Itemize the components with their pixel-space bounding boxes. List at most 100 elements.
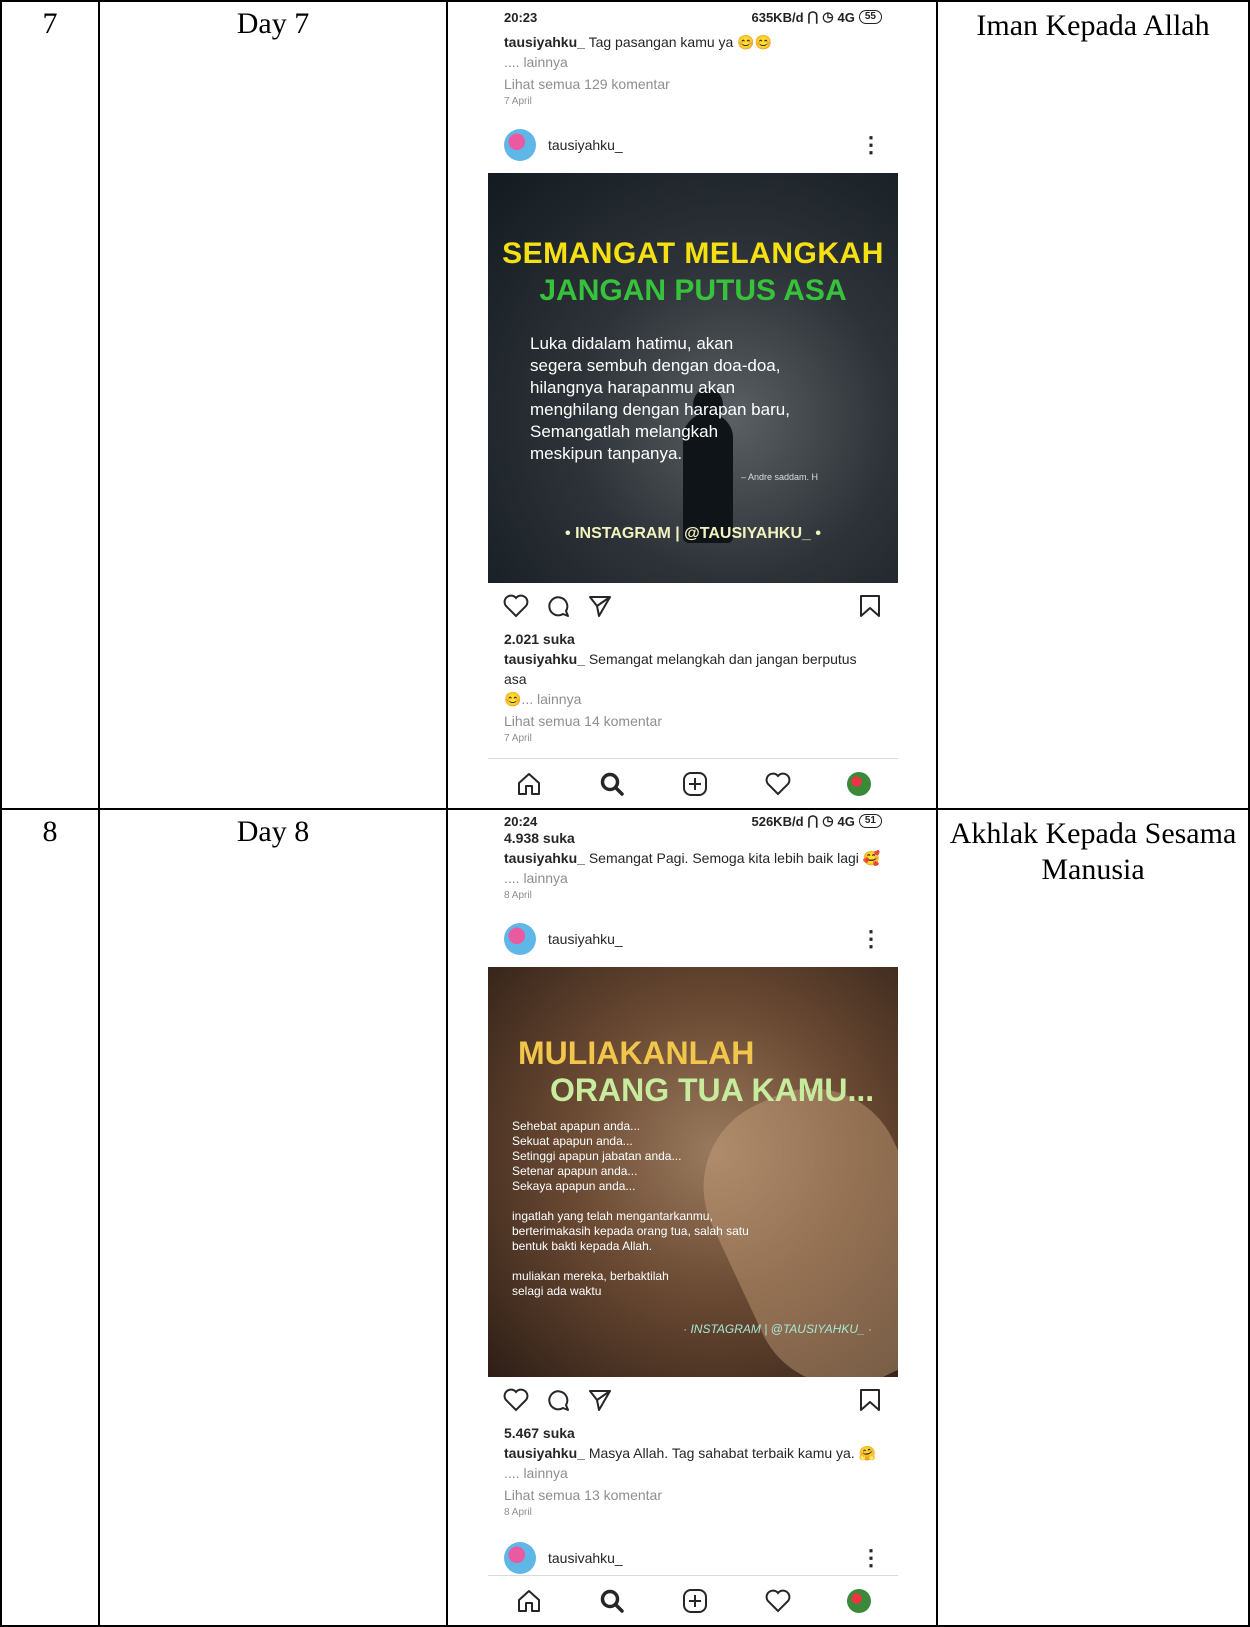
alarm-icon: ◷ <box>822 813 834 828</box>
caption-text: Tag pasangan kamu ya 😊😊 <box>588 34 773 50</box>
cell-screenshot: 20:23 635KB/d ⋂ ◷ 4G 55 tausiyahku_ Tag … <box>446 0 936 808</box>
add-icon[interactable] <box>681 770 709 798</box>
comment-icon[interactable] <box>544 1386 572 1414</box>
signal-type: 4G <box>837 9 855 25</box>
image-title-line-2: JANGAN PUTUS ASA <box>539 274 847 307</box>
post-date: 8 April <box>504 1507 532 1518</box>
post-username[interactable]: tausiyahku_ <box>548 137 860 153</box>
home-icon[interactable] <box>515 770 543 798</box>
prev-caption: tausiyahku_ Semangat Pagi. Semoga kita l… <box>488 848 898 868</box>
image-footer: · INSTAGRAM | @TAUSIYAHKU_ · <box>683 1322 872 1336</box>
post-caption: tausiyahku_ Masya Allah. Tag sahabat ter… <box>488 1443 898 1463</box>
topic-label: Akhlak Kepada Sesama Manusia <box>949 817 1237 886</box>
more-link[interactable]: 😊... lainnya <box>488 689 898 709</box>
avatar[interactable] <box>504 1542 536 1574</box>
feed: 4.938 suka tausiyahku_ Semangat Pagi. Se… <box>488 828 898 1586</box>
post-header: tausiyahku_ ⋮ <box>488 117 898 173</box>
status-bar: 20:24 526KB/d ⋂ ◷ 4G 51 <box>488 810 898 832</box>
search-icon[interactable] <box>598 1587 626 1615</box>
more-link[interactable]: .... lainnya <box>488 1463 898 1483</box>
caption-username[interactable]: tausiyahku_ <box>504 34 585 50</box>
cell-day: Day 7 <box>98 0 446 808</box>
more-options-icon[interactable]: ⋮ <box>860 928 882 950</box>
network-speed: 526KB/d <box>751 813 804 829</box>
headphone-icon: ⋂ <box>807 813 819 828</box>
instagram-screenshot: 20:24 526KB/d ⋂ ◷ 4G 51 4.938 suka tausi… <box>488 810 898 1625</box>
status-bar: 20:23 635KB/d ⋂ ◷ 4G 55 <box>488 2 898 32</box>
image-quote: Sehebat apapun anda... Sekuat apapun and… <box>512 1119 749 1298</box>
caption-username[interactable]: tausiyahku_ <box>504 651 585 667</box>
add-icon[interactable] <box>681 1587 709 1615</box>
like-count[interactable]: 2.021 suka <box>488 629 898 649</box>
more-link[interactable]: .... lainnya <box>488 868 898 888</box>
post-username[interactable]: tausiyahku_ <box>548 931 860 947</box>
prev-caption: tausiyahku_ Tag pasangan kamu ya 😊😊 <box>488 32 898 52</box>
more-options-icon[interactable]: ⋮ <box>860 134 882 156</box>
view-comments-link[interactable]: Lihat semua 129 komentar <box>488 74 898 94</box>
profile-avatar[interactable] <box>846 1588 871 1613</box>
more-link[interactable]: .... lainnya <box>488 52 898 72</box>
cell-number: 8 <box>0 808 98 1627</box>
post-date: 7 April <box>504 96 532 107</box>
post-actions <box>488 1377 898 1423</box>
day-label: Day 8 <box>236 815 310 848</box>
avatar[interactable] <box>504 129 536 161</box>
cell-number: 7 <box>0 0 98 808</box>
profile-avatar[interactable] <box>846 771 871 796</box>
image-title-line-1: MULIAKANLAH <box>518 1035 755 1071</box>
cell-topic: Akhlak Kepada Sesama Manusia <box>936 808 1250 1627</box>
post-image[interactable]: SEMANGAT MELANGKAH JANGAN PUTUS ASA Luka… <box>488 173 898 583</box>
caption-text: Semangat Pagi. Semoga kita lebih baik la… <box>588 850 881 866</box>
more-options-icon[interactable]: ⋮ <box>860 1547 882 1569</box>
comment-icon[interactable] <box>544 592 572 620</box>
image-footer: • INSTAGRAM | @TAUSIYAHKU_ • <box>565 525 821 542</box>
image-title-line-2: ORANG TUA KAMU... <box>550 1072 875 1108</box>
like-icon[interactable] <box>502 1386 530 1414</box>
post-actions <box>488 583 898 629</box>
day-table: 7 Day 7 20:23 635KB/d ⋂ ◷ 4G 55 tausiyah… <box>0 0 1250 1627</box>
caption-username[interactable]: tausiyahku_ <box>504 1445 585 1461</box>
status-indicators: 526KB/d ⋂ ◷ 4G 51 <box>751 813 882 829</box>
row-number: 7 <box>42 7 58 40</box>
post-date: 7 April <box>504 733 532 744</box>
network-speed: 635KB/d <box>751 9 804 25</box>
heart-icon[interactable] <box>764 770 792 798</box>
battery-level: 55 <box>858 10 882 24</box>
image-title-line-1: SEMANGAT MELANGKAH <box>502 237 884 270</box>
image-author: – Andre saddam. H <box>740 472 818 482</box>
like-icon[interactable] <box>502 592 530 620</box>
feed: tausiyahku_ Tag pasangan kamu ya 😊😊 ....… <box>488 32 898 746</box>
post-caption: tausiyahku_ Semangat melangkah dan janga… <box>488 649 898 689</box>
row-number: 8 <box>42 815 58 848</box>
share-icon[interactable] <box>586 1386 614 1414</box>
post-username[interactable]: tausivahku_ <box>548 1550 860 1566</box>
cell-day: Day 8 <box>98 808 446 1627</box>
battery-level: 51 <box>858 814 882 828</box>
bottom-nav <box>488 758 898 808</box>
signal-type: 4G <box>837 813 855 829</box>
view-comments-link[interactable]: Lihat semua 14 komentar <box>488 711 898 731</box>
status-time: 20:24 <box>504 813 538 829</box>
bottom-nav <box>488 1575 898 1625</box>
post-header: tausiyahku_ ⋮ <box>488 911 898 967</box>
status-time: 20:23 <box>504 9 538 25</box>
caption-username[interactable]: tausiyahku_ <box>504 850 585 866</box>
topic-label: Iman Kepada Allah <box>976 9 1210 42</box>
alarm-icon: ◷ <box>822 9 834 24</box>
home-icon[interactable] <box>515 1587 543 1615</box>
avatar[interactable] <box>504 923 536 955</box>
cell-topic: Iman Kepada Allah <box>936 0 1250 808</box>
share-icon[interactable] <box>586 592 614 620</box>
save-icon[interactable] <box>856 592 884 620</box>
like-count[interactable]: 5.467 suka <box>488 1423 898 1443</box>
table-row-day-7: 7 Day 7 20:23 635KB/d ⋂ ◷ 4G 55 tausiyah… <box>0 0 1250 808</box>
post-image[interactable]: MULIAKANLAH ORANG TUA KAMU... Sehebat ap… <box>488 967 898 1377</box>
instagram-screenshot: 20:23 635KB/d ⋂ ◷ 4G 55 tausiyahku_ Tag … <box>488 2 898 808</box>
search-icon[interactable] <box>598 770 626 798</box>
save-icon[interactable] <box>856 1386 884 1414</box>
view-comments-link[interactable]: Lihat semua 13 komentar <box>488 1485 898 1505</box>
headphone-icon: ⋂ <box>807 9 819 24</box>
post-date: 8 April <box>504 890 532 901</box>
heart-icon[interactable] <box>764 1587 792 1615</box>
status-indicators: 635KB/d ⋂ ◷ 4G 55 <box>751 9 882 25</box>
